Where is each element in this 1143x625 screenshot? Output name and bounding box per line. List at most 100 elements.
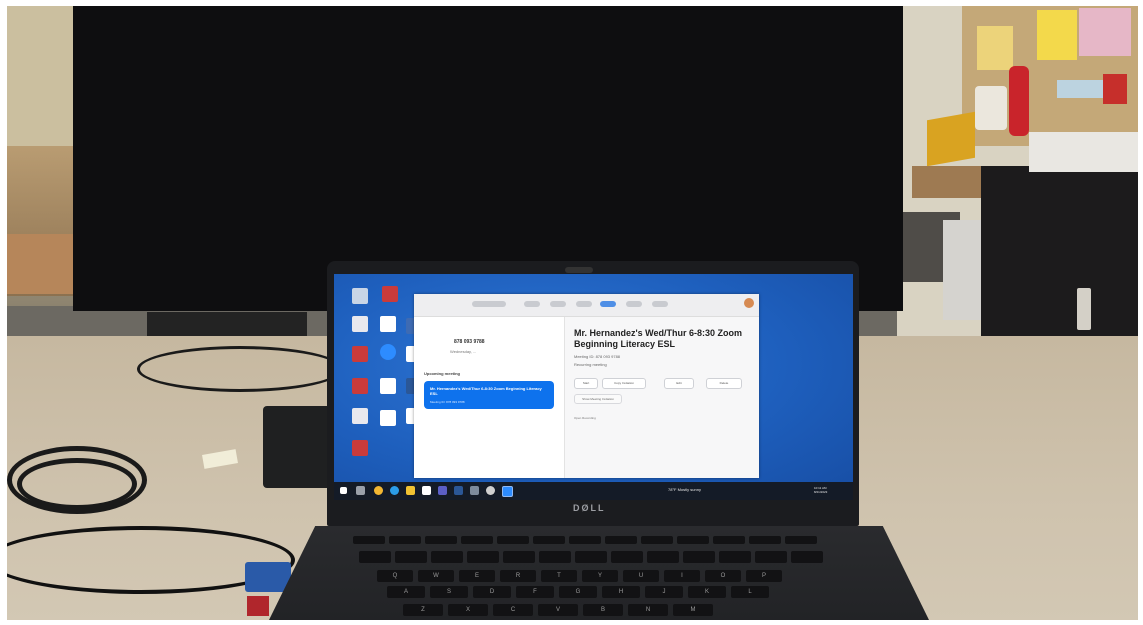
key-c[interactable]: C [493,604,533,616]
show-invitation-button[interactable]: Show Meeting Invitation [574,394,622,404]
key-j[interactable]: J [645,586,683,598]
function-key[interactable] [605,536,637,544]
pdf-icon[interactable] [352,378,368,394]
number-key[interactable] [359,551,391,563]
meeting-card[interactable]: Mr. Hernandez's Wed/Thur 6-8:30 Zoom Beg… [424,381,554,409]
zoom-icon[interactable] [380,344,396,360]
number-key[interactable] [539,551,571,563]
cable [137,346,343,392]
zoom-taskbar-icon[interactable] [502,486,513,497]
number-key[interactable] [395,551,427,563]
document-icon[interactable] [380,410,396,426]
key-t[interactable]: T [541,570,577,582]
function-key[interactable] [785,536,817,544]
pdf-icon[interactable] [352,440,368,456]
function-key[interactable] [569,536,601,544]
number-key[interactable] [503,551,535,563]
start-button[interactable]: Start [574,378,598,389]
number-key[interactable] [719,551,751,563]
key-b[interactable]: B [583,604,623,616]
function-key[interactable] [389,536,421,544]
cable [17,458,137,510]
number-key[interactable] [431,551,463,563]
weather-widget[interactable]: 78°F Mostly sunny [668,487,701,492]
word-icon[interactable] [454,486,463,495]
number-key[interactable] [791,551,823,563]
key-y[interactable]: Y [582,570,618,582]
cabinet-handle [1077,288,1091,330]
zoom-tab[interactable] [576,301,592,307]
chrome-icon[interactable] [374,486,383,495]
key-o[interactable]: O [705,570,741,582]
app-icon[interactable] [470,486,479,495]
search-icon[interactable] [356,486,365,495]
pdf-icon[interactable] [382,286,398,302]
number-key[interactable] [575,551,607,563]
zoom-tab[interactable] [472,301,506,307]
meeting-id: 878 093 9788 [454,339,485,345]
zoom-window[interactable]: 878 093 9788 Wednesday, ... Upcoming mee… [414,294,759,493]
number-key[interactable] [467,551,499,563]
recycle-bin-icon[interactable] [352,288,368,304]
key-r[interactable]: R [500,570,536,582]
key-h[interactable]: H [602,586,640,598]
file-explorer-icon[interactable] [406,486,415,495]
key-p[interactable]: P [746,570,782,582]
key-z[interactable]: Z [403,604,443,616]
key-l[interactable]: L [731,586,769,598]
mail-icon[interactable] [422,486,431,495]
cabinet-top [1029,132,1138,172]
function-key[interactable] [461,536,493,544]
avatar[interactable] [744,298,754,308]
card-meta: Meeting ID: 878 093 9788 [430,400,465,404]
edit-button[interactable]: Edit [664,378,694,389]
key-n[interactable]: N [628,604,668,616]
key-v[interactable]: V [538,604,578,616]
copy-invitation-button[interactable]: Copy Invitation [602,378,646,389]
zoom-titlebar[interactable] [414,294,759,317]
zoom-tab[interactable] [550,301,566,307]
key-e[interactable]: E [459,570,495,582]
function-key[interactable] [749,536,781,544]
function-key[interactable] [713,536,745,544]
function-key[interactable] [425,536,457,544]
settings-icon[interactable] [486,486,495,495]
key-w[interactable]: W [418,570,454,582]
function-key[interactable] [353,536,385,544]
key-s[interactable]: S [430,586,468,598]
key-u[interactable]: U [623,570,659,582]
key-d[interactable]: D [473,586,511,598]
number-key[interactable] [611,551,643,563]
edge-icon[interactable] [390,486,399,495]
start-icon[interactable] [340,487,347,494]
folder-icon[interactable] [352,408,368,424]
key-q[interactable]: Q [377,570,413,582]
delete-button[interactable]: Delete [706,378,742,389]
zoom-tab[interactable] [626,301,642,307]
open-recording-link[interactable]: Open Recording [574,416,596,420]
arrow-icon[interactable] [380,316,396,332]
zoom-tab[interactable] [524,301,540,307]
key-g[interactable]: G [559,586,597,598]
function-key[interactable] [677,536,709,544]
document-icon[interactable] [380,378,396,394]
taskbar: 78°F Mostly sunny 10:11 AM 8/21/2023 [334,482,853,500]
number-key[interactable] [755,551,787,563]
number-key[interactable] [683,551,715,563]
key-m[interactable]: M [673,604,713,616]
key-f[interactable]: F [516,586,554,598]
key-a[interactable]: A [387,586,425,598]
pdf-icon[interactable] [352,346,368,362]
clock[interactable]: 10:11 AM 8/21/2023 [814,486,827,494]
zoom-tab[interactable] [652,301,668,307]
key-x[interactable]: X [448,604,488,616]
function-key[interactable] [497,536,529,544]
number-key[interactable] [647,551,679,563]
teams-icon[interactable] [438,486,447,495]
function-key[interactable] [641,536,673,544]
key-k[interactable]: K [688,586,726,598]
function-key[interactable] [533,536,565,544]
pdf-icon[interactable] [352,316,368,332]
meetings-tab[interactable] [600,301,616,307]
key-i[interactable]: I [664,570,700,582]
